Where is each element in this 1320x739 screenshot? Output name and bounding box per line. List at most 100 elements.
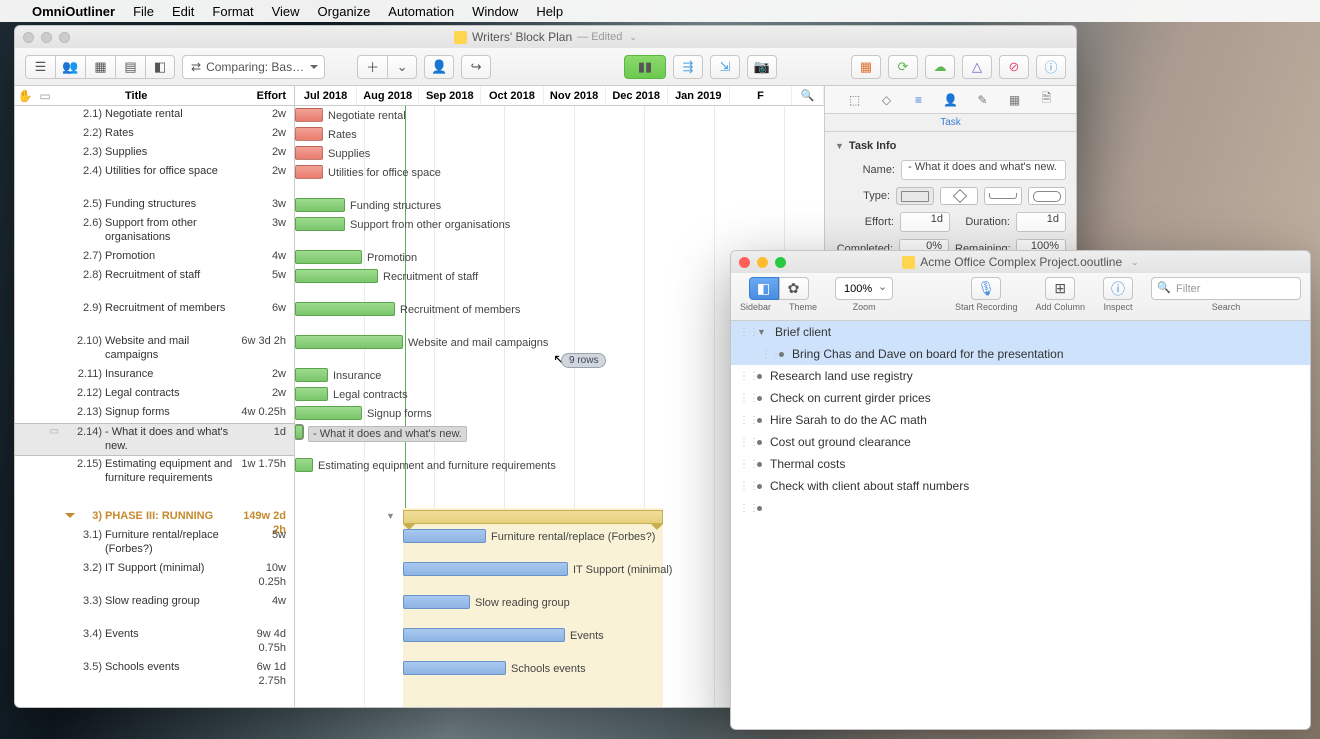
resource-button[interactable]: 👤 bbox=[424, 55, 454, 79]
outline-pane[interactable]: ✋ ▭ Title Effort 2.1)Negotiate rental2w2… bbox=[15, 86, 295, 707]
minimize-button[interactable] bbox=[757, 257, 768, 268]
outline-row[interactable]: ⋮⋮Check with client about staff numbers bbox=[731, 475, 1310, 497]
minimize-button[interactable] bbox=[41, 32, 52, 43]
task-row[interactable]: 2.3)Supplies2w bbox=[15, 144, 294, 163]
gantt-bar[interactable]: Negotiate rental bbox=[295, 108, 323, 122]
menu-view[interactable]: View bbox=[272, 4, 300, 19]
gantt-bar[interactable]: Rates bbox=[295, 127, 323, 141]
gantt-bar[interactable]: Recruitment of members bbox=[295, 302, 395, 316]
filter-field[interactable]: Filter bbox=[1151, 277, 1301, 300]
change-tracking-button[interactable]: △ bbox=[962, 55, 992, 79]
type-task-button[interactable] bbox=[896, 187, 934, 205]
type-hammock-button[interactable] bbox=[984, 187, 1022, 205]
task-row[interactable]: 3.1)Furniture rental/replace (Forbes?)5w bbox=[15, 527, 294, 560]
gantt-bar[interactable]: Slow reading group bbox=[403, 595, 470, 609]
gantt-bar[interactable]: Utilities for office space bbox=[295, 165, 323, 179]
titlebar[interactable]: Writers' Block Plan — Edited⌄ bbox=[15, 26, 1076, 48]
menu-organize[interactable]: Organize bbox=[318, 4, 371, 19]
task-row[interactable]: 2.13)Signup forms4w 0.25h bbox=[15, 404, 294, 423]
outline-row[interactable]: ⋮⋮Check on current girder prices bbox=[731, 387, 1310, 409]
outline-row[interactable]: ⋮⋮Bring Chas and Dave on board for the p… bbox=[731, 343, 1310, 365]
close-button[interactable] bbox=[23, 32, 34, 43]
close-button[interactable] bbox=[739, 257, 750, 268]
gantt-bar[interactable]: Recruitment of staff bbox=[295, 269, 378, 283]
inspector-tab-task[interactable]: ≡ bbox=[908, 93, 930, 107]
inspector-tab-milestones[interactable]: ◇ bbox=[876, 93, 898, 107]
name-field[interactable]: - What it does and what's new. bbox=[901, 160, 1066, 180]
outline-row[interactable]: ⋮⋮Thermal costs bbox=[731, 453, 1310, 475]
task-row[interactable]: 3.2)IT Support (minimal)10w 0.25h bbox=[15, 560, 294, 593]
gantt-bar[interactable]: Website and mail campaigns bbox=[295, 335, 403, 349]
task-row[interactable]: 2.1)Negotiate rental2w bbox=[15, 106, 294, 125]
menu-window[interactable]: Window bbox=[472, 4, 518, 19]
inspector-tab-attachments[interactable]: 🗎 bbox=[1036, 89, 1058, 110]
task-row[interactable]: 2.5)Funding structures3w bbox=[15, 196, 294, 215]
zoom-selector[interactable]: 100% bbox=[835, 277, 893, 300]
task-row[interactable]: 3.4)Events9w 4d 0.75h bbox=[15, 626, 294, 659]
type-milestone-button[interactable] bbox=[940, 187, 978, 205]
duration-field[interactable]: 1d bbox=[1016, 212, 1066, 232]
effort-field[interactable]: 1d bbox=[900, 212, 950, 232]
flag-column-icon[interactable]: ✋ bbox=[15, 89, 35, 103]
catch-up-button[interactable]: ▮▮ bbox=[624, 55, 666, 79]
outline-row[interactable]: ⋮⋮Research land use registry bbox=[731, 365, 1310, 387]
gantt-bar[interactable]: Insurance bbox=[295, 368, 328, 382]
task-row[interactable]: 2.8)Recruitment of staff5w bbox=[15, 267, 294, 300]
inspector-tab-resource[interactable]: 👤 bbox=[940, 93, 962, 107]
menu-help[interactable]: Help bbox=[536, 4, 563, 19]
gantt-bar[interactable]: - What it does and what's new. bbox=[295, 425, 303, 439]
reschedule-button[interactable]: ⇲ bbox=[710, 55, 740, 79]
outline-row[interactable]: ⋮⋮Hire Sarah to do the AC math bbox=[731, 409, 1310, 431]
gantt-bar[interactable]: Promotion bbox=[295, 250, 362, 264]
menu-automation[interactable]: Automation bbox=[388, 4, 454, 19]
gantt-bar[interactable]: Supplies bbox=[295, 146, 323, 160]
note-column-icon[interactable]: ▭ bbox=[35, 89, 55, 103]
zoom-button[interactable] bbox=[775, 257, 786, 268]
type-group-button[interactable] bbox=[1028, 187, 1066, 205]
record-button[interactable]: 🎙 bbox=[971, 277, 1001, 300]
level-button[interactable]: ⇶ bbox=[673, 55, 703, 79]
outline-row[interactable]: ⋮⋮▼Brief client bbox=[731, 321, 1310, 343]
phase-bar[interactable]: ▼ bbox=[403, 510, 663, 524]
add-task-button[interactable]: ＋ bbox=[357, 55, 387, 79]
view-people-button[interactable]: 👥 bbox=[55, 55, 85, 79]
effort-column-header[interactable]: Effort bbox=[236, 90, 294, 102]
task-row[interactable]: 2.2)Rates2w bbox=[15, 125, 294, 144]
search-icon[interactable]: 🔍 bbox=[792, 86, 824, 105]
task-row[interactable]: 2.10)Website and mail campaigns6w 3d 2h bbox=[15, 333, 294, 366]
publish-button[interactable]: ☁︎ bbox=[925, 55, 955, 79]
sidebar-toggle-button[interactable]: ◧ bbox=[749, 277, 779, 300]
gantt-bar[interactable]: Signup forms bbox=[295, 406, 362, 420]
title-column-header[interactable]: Title bbox=[55, 90, 236, 102]
gantt-bar[interactable]: Estimating equipment and furniture requi… bbox=[295, 458, 313, 472]
outline-row[interactable]: ⋮⋮ bbox=[731, 497, 1310, 519]
task-row[interactable]: 2.6)Support from other organisations3w bbox=[15, 215, 294, 248]
inspector-tab-custom[interactable]: ▦ bbox=[1004, 93, 1026, 107]
view-outline-button[interactable]: ☰ bbox=[25, 55, 55, 79]
gantt-bar[interactable]: IT Support (minimal) bbox=[403, 562, 568, 576]
titlebar[interactable]: Acme Office Complex Project.ooutline⌄ bbox=[731, 251, 1310, 273]
sync-button[interactable]: ⟳ bbox=[888, 55, 918, 79]
task-row[interactable]: 2.12)Legal contracts2w bbox=[15, 385, 294, 404]
app-menu[interactable]: OmniOutliner bbox=[32, 4, 115, 19]
task-row[interactable]: 2.4)Utilities for office space2w bbox=[15, 163, 294, 196]
task-row[interactable]: 2.11)Insurance2w bbox=[15, 366, 294, 385]
task-row[interactable]: 3.5)Schools events6w 1d 2.75h bbox=[15, 659, 294, 692]
task-row[interactable]: 3.3)Slow reading group4w bbox=[15, 593, 294, 626]
task-row[interactable]: 2.9)Recruitment of members6w bbox=[15, 300, 294, 333]
gantt-bar[interactable]: Funding structures bbox=[295, 198, 345, 212]
add-column-button[interactable]: ⊞ bbox=[1045, 277, 1075, 300]
view-cards-button[interactable]: ▤ bbox=[115, 55, 145, 79]
menu-edit[interactable]: Edit bbox=[172, 4, 194, 19]
info-button[interactable]: ⓘ bbox=[1036, 55, 1066, 79]
gantt-bar[interactable]: Furniture rental/replace (Forbes?) bbox=[403, 529, 486, 543]
snapshot-button[interactable]: 📷 bbox=[747, 55, 777, 79]
gantt-bar[interactable]: Legal contracts bbox=[295, 387, 328, 401]
omnioutliner-window[interactable]: Acme Office Complex Project.ooutline⌄ ◧ … bbox=[730, 250, 1311, 730]
task-row[interactable]: ▭2.14)- What it does and what's new.1d bbox=[15, 423, 294, 456]
task-info-header[interactable]: Task Info bbox=[835, 140, 1066, 152]
theme-button[interactable]: ✿ bbox=[779, 277, 809, 300]
critical-path-button[interactable]: ▦ bbox=[851, 55, 881, 79]
task-row[interactable]: 2.7)Promotion4w bbox=[15, 248, 294, 267]
baseline-selector[interactable]: ⇄Comparing: Bas… bbox=[182, 55, 325, 79]
